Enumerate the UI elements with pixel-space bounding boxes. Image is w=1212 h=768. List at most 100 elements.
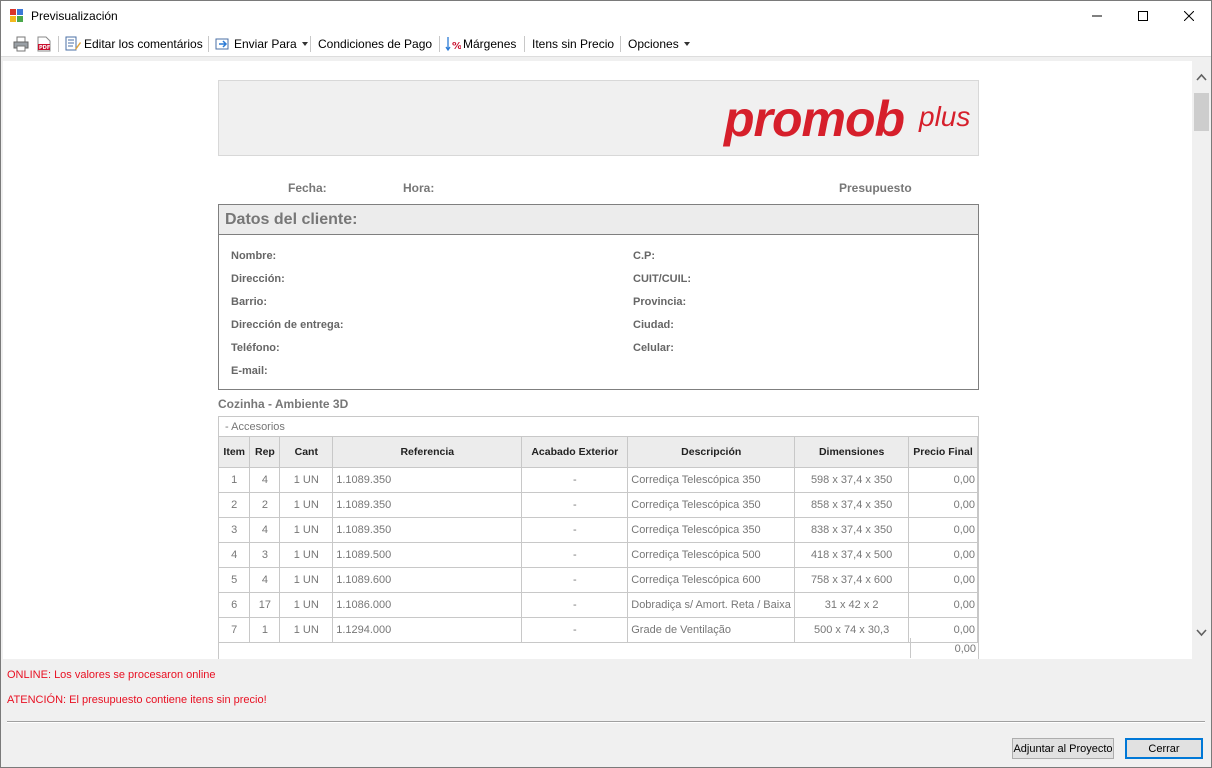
cell-dimensions: 838 x 37,4 x 350 [794,517,910,543]
table-row: 6 17 1 UN 1.1086.000 - Dobradiça s/ Amor… [219,592,978,618]
cell-description: Corrediça Telescópica 350 [627,517,796,543]
cell-dimensions: 418 x 37,4 x 500 [794,542,910,568]
toolbar-separator [58,36,59,52]
time-label: Hora: [403,181,435,195]
cell-dimensions: 598 x 37,4 x 350 [794,467,910,493]
print-button[interactable] [13,34,29,54]
cell-finish: - [521,467,629,493]
toolbar: PDF Editar los comentários Enviar Para C… [1,31,1211,57]
preview-window: Previsualización PDF Editar los comentár… [0,0,1212,768]
cell-description: Corrediça Telescópica 500 [627,542,796,568]
table-row: 3 4 1 UN 1.1089.350 - Corrediça Telescóp… [219,517,978,543]
cell-cant: 1 UN [279,542,334,568]
address-label: Dirección: [231,273,285,285]
neighborhood-label: Barrio: [231,296,268,308]
cell-rep: 1 [249,617,281,643]
items-table: Item Rep Cant Referencia Acabado Exterio… [219,437,978,643]
chevron-up-icon[interactable] [1196,73,1207,81]
client-data-section: Datos del cliente: Nombre: Dirección: Ba… [218,204,979,390]
toolbar-separator [439,36,440,52]
svg-text:PDF: PDF [39,45,50,51]
province-label: Provincia: [633,296,687,308]
group-header: - Accesorios [219,417,978,437]
environment-title: Cozinha - Ambiente 3D [218,397,349,411]
cell-reference: 1.1089.500 [332,542,523,568]
report-preview[interactable]: promob plus Fecha: Hora: Presupuesto Dat… [3,61,1192,659]
cell-cant: 1 UN [279,492,334,518]
table-row: 1 4 1 UN 1.1089.350 - Corrediça Telescóp… [219,467,978,493]
city-label: Ciudad: [633,319,674,331]
maximize-button[interactable] [1120,1,1166,31]
cell-cant: 1 UN [279,517,334,543]
warning-message: ATENCIÓN: El presupuesto contiene itens … [7,694,267,706]
column-header-dimensions: Dimensiones [794,437,910,468]
items-no-price-button[interactable]: Itens sin Precio [532,34,614,54]
minimize-button[interactable] [1074,1,1120,31]
chevron-down-icon[interactable] [1196,629,1207,637]
budget-label: Presupuesto [839,181,912,195]
postal-code-label: C.P: [633,250,655,262]
chevron-down-icon [683,42,690,46]
email-label: E-mail: [231,365,268,377]
column-header-reference: Referencia [332,437,523,468]
cell-item: 4 [219,542,251,568]
send-to-dropdown[interactable]: Enviar Para [215,34,308,54]
edit-document-icon [65,36,81,51]
pdf-button[interactable]: PDF [37,34,51,54]
toolbar-separator [310,36,311,52]
options-label: Opciones [628,37,679,51]
minimize-icon [1092,15,1102,17]
cell-finish: - [521,617,629,643]
maximize-icon [1138,11,1148,21]
cell-item: 5 [219,567,251,593]
delivery-address-label: Dirección de entrega: [231,319,344,331]
footer-divider [7,721,1205,723]
table-row: 2 2 1 UN 1.1089.350 - Corrediça Telescóp… [219,492,978,518]
cell-reference: 1.1089.350 [332,467,523,493]
online-status-message: ONLINE: Los valores se procesaron online [7,669,216,681]
edit-comments-button[interactable]: Editar los comentários [65,34,203,54]
cell-description: Corrediça Telescópica 600 [627,567,796,593]
column-header-final-price: Precio Final [908,437,978,468]
column-header-item: Item [219,437,251,468]
cell-description: Corrediça Telescópica 350 [627,492,796,518]
send-to-label: Enviar Para [234,37,297,51]
options-dropdown[interactable]: Opciones [628,34,690,54]
toolbar-separator [620,36,621,52]
toolbar-separator [524,36,525,52]
close-button[interactable]: Cerrar [1125,738,1203,759]
cell-rep: 4 [249,567,281,593]
cell-final-price: 0,00 [908,592,978,618]
vertical-scrollbar[interactable] [1192,61,1211,659]
column-header-description: Descripción [627,437,796,468]
items-no-price-label: Itens sin Precio [532,37,615,51]
cell-finish: - [521,592,629,618]
payment-conditions-button[interactable]: Condiciones de Pago [318,34,432,54]
margins-label: Márgenes [463,37,517,51]
promob-logo: promob [724,91,905,147]
column-header-rep: Rep [249,437,281,468]
scrollbar-thumb[interactable] [1194,93,1209,131]
cell-final-price: 0,00 [908,492,978,518]
cell-finish: - [521,492,629,518]
cell-dimensions: 31 x 42 x 2 [794,592,910,618]
cell-item: 2 [219,492,251,518]
cell-description: Corrediça Telescópica 350 [627,467,796,493]
group-total: 0,00 [910,638,978,658]
mobile-label: Celular: [633,342,674,354]
title-bar: Previsualización [1,1,1211,31]
app-icon [10,9,23,22]
column-header-cant: Cant [279,437,334,468]
pdf-icon: PDF [37,36,51,52]
cell-rep: 2 [249,492,281,518]
attach-to-project-button[interactable]: Adjuntar al Proyecto [1012,738,1114,759]
cell-dimensions: 858 x 37,4 x 350 [794,492,910,518]
date-label: Fecha: [288,181,327,195]
cuit-label: CUIT/CUIL: [633,273,692,285]
margins-button[interactable]: % Márgenes [445,34,516,54]
cell-description: Dobradiça s/ Amort. Reta / Baixa [627,592,796,618]
send-icon [215,38,229,50]
close-window-button[interactable] [1166,1,1212,31]
svg-text:%: % [452,41,461,52]
table-row: 7 1 1 UN 1.1294.000 - Grade de Ventilaçã… [219,617,978,643]
